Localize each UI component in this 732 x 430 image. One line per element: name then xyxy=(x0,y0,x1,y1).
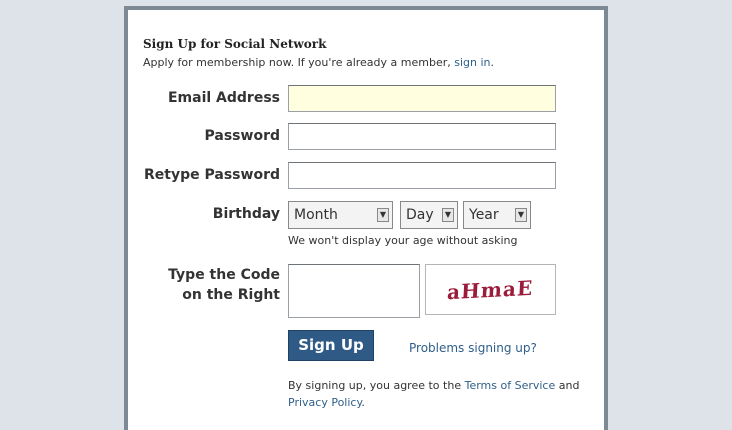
code-label-line1: Type the Code xyxy=(168,267,280,283)
birthday-day-select[interactable]: Day ▼ xyxy=(400,201,458,229)
email-label: Email Address xyxy=(167,90,280,106)
subtitle-text: Apply for membership now. If you're alre… xyxy=(143,56,451,69)
password-label: Password xyxy=(204,128,280,144)
birthday-month-select[interactable]: Month ▼ xyxy=(288,201,393,229)
terms-of-service-link[interactable]: Terms of Service xyxy=(465,379,556,392)
birthday-label: Birthday xyxy=(212,206,280,222)
captcha-text: aHmaE xyxy=(446,275,535,304)
year-value: Year xyxy=(469,207,499,223)
retype-password-field[interactable] xyxy=(288,162,556,189)
captcha-code-field[interactable] xyxy=(288,264,420,318)
code-label-line2: on the Right xyxy=(182,287,280,303)
subtitle-end: . xyxy=(490,56,495,69)
sign-in-link[interactable]: sign in xyxy=(454,56,490,69)
terms-notice: By signing up, you agree to the Terms of… xyxy=(288,377,579,411)
code-label: Type the Code on the Right xyxy=(168,265,280,305)
email-field[interactable] xyxy=(288,85,556,112)
terms-suffix: . xyxy=(361,396,365,409)
day-value: Day xyxy=(406,207,434,223)
month-dropdown-arrow-icon: ▼ xyxy=(377,208,389,222)
birthday-hint: We won't display your age without asking xyxy=(288,234,518,247)
terms-prefix: By signing up, you agree to the xyxy=(288,379,462,392)
signup-card: Sign Up for Social Network Apply for mem… xyxy=(124,6,608,430)
captcha-image: aHmaE xyxy=(425,264,556,315)
birthday-year-select[interactable]: Year ▼ xyxy=(463,201,531,229)
year-dropdown-arrow-icon: ▼ xyxy=(515,208,527,222)
retype-password-label: Retype Password xyxy=(144,167,280,183)
problems-signing-up-link[interactable]: Problems signing up? xyxy=(409,341,537,355)
terms-and: and xyxy=(558,379,580,392)
day-dropdown-arrow-icon: ▼ xyxy=(442,208,454,222)
privacy-policy-link[interactable]: Privacy Policy xyxy=(288,396,361,409)
month-value: Month xyxy=(294,207,338,223)
signup-subtitle: Apply for membership now. If you're alre… xyxy=(143,56,494,69)
page-title: Sign Up for Social Network xyxy=(143,37,327,51)
sign-up-button[interactable]: Sign Up xyxy=(288,330,374,361)
password-field[interactable] xyxy=(288,123,556,150)
